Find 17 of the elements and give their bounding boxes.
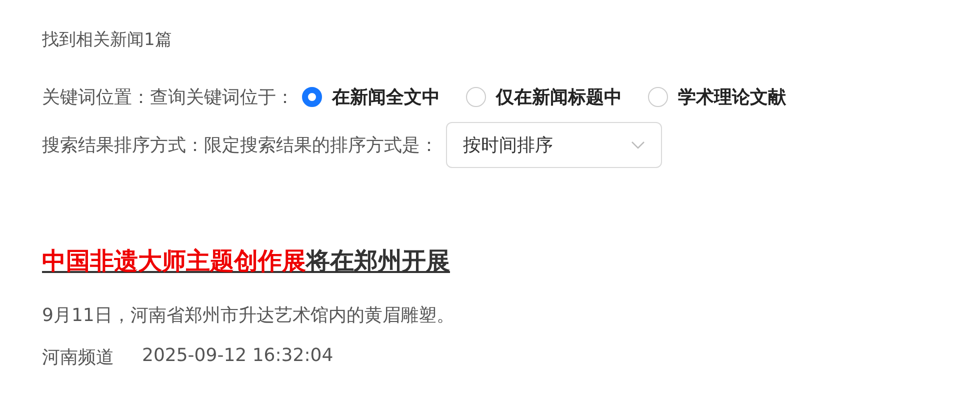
news-source: 河南频道 <box>42 346 114 369</box>
radio-label[interactable]: 仅在新闻标题中 <box>496 85 622 109</box>
result-count: 找到相关新闻1篇 <box>42 29 173 51</box>
radio-button[interactable] <box>302 87 322 107</box>
chevron-down-icon <box>631 141 645 149</box>
filter-label: 搜索结果排序方式： <box>42 134 204 157</box>
radio-button[interactable] <box>648 87 668 107</box>
radio-label[interactable]: 学术理论文献 <box>678 85 786 109</box>
filter-hint: 限定搜索结果的排序方式是： <box>204 134 438 157</box>
radio-button[interactable] <box>466 87 486 107</box>
news-time: 2025-09-12 16:32:04 <box>142 345 334 368</box>
news-summary: 9月11日，河南省郑州市升达艺术馆内的黄眉雕塑。 <box>42 304 456 327</box>
sort-dropdown[interactable]: 按时间排序 <box>446 122 662 168</box>
news-title-link[interactable]: 中国非遗大师主题创作展将在郑州开展 <box>42 245 450 277</box>
filter-label: 关键词位置： <box>42 86 150 109</box>
filter-hint: 查询关键词位于： <box>150 86 294 109</box>
radio-label[interactable]: 在新闻全文中 <box>332 85 440 109</box>
